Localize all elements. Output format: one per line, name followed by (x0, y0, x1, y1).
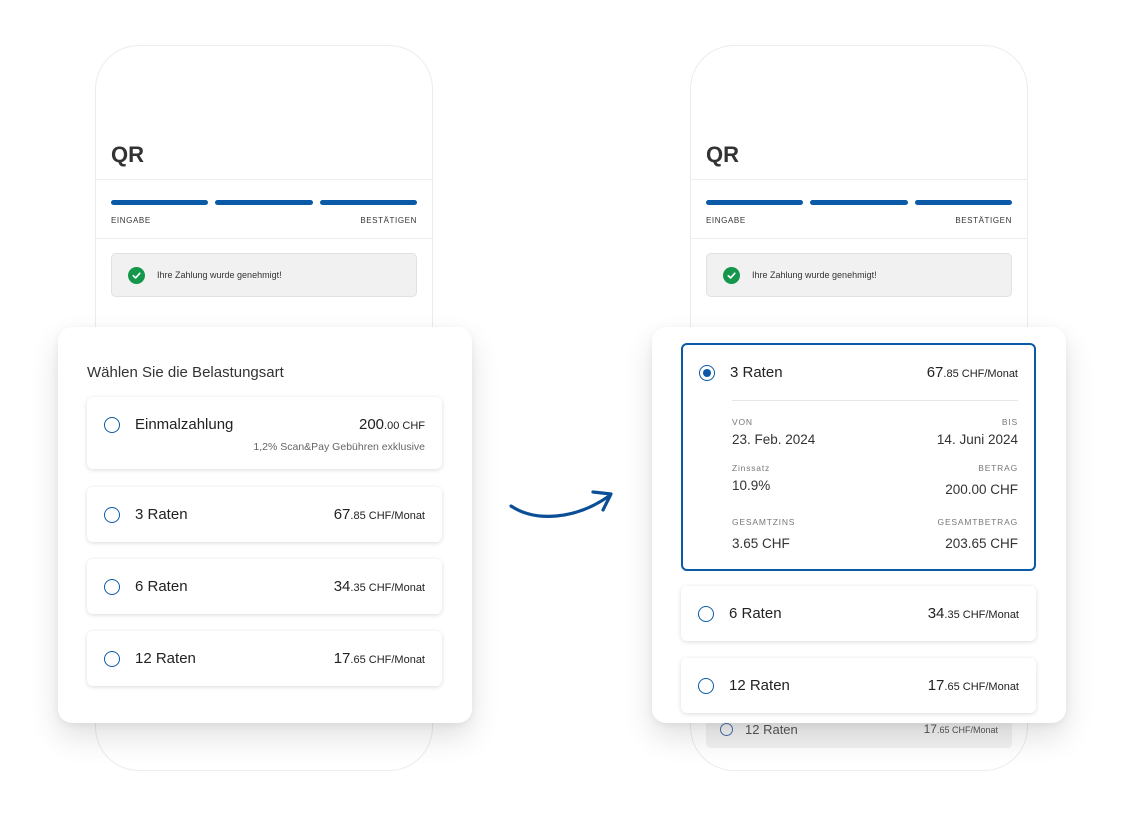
progress-segment (319, 200, 417, 205)
radio-button[interactable] (104, 578, 120, 595)
divider (691, 238, 1027, 239)
option-label: 6 Raten (729, 605, 782, 622)
payment-type-sheet-expanded: 3 Raten 67.85 CHF/Monat VON 23. Feb. 202… (652, 327, 1066, 723)
progress-steps (706, 200, 1012, 205)
divider (732, 400, 1018, 401)
divider (691, 179, 1027, 180)
option-amount: 67.85 CHF/Monat (333, 506, 425, 523)
installment-details: VON 23. Feb. 2024 BIS 14. Juni 2024 Zins… (732, 417, 1018, 551)
option-amount: 67.85 CHF/Monat (926, 364, 1018, 381)
option-12-raten[interactable]: 12 Raten 17.65 CHF/Monat (681, 658, 1036, 713)
alert-text: Ihre Zahlung wurde genehmigt! (157, 270, 282, 280)
radio-button[interactable] (104, 506, 120, 523)
progress-segment (706, 200, 804, 205)
page-title: QR (111, 142, 144, 167)
detail-label-zinssatz: Zinssatz (732, 463, 771, 473)
option-3-raten-selected[interactable]: 3 Raten 67.85 CHF/Monat VON 23. Feb. 202… (681, 343, 1036, 571)
radio-button[interactable] (698, 677, 714, 694)
option-amount: 34.35 CHF/Monat (333, 578, 425, 595)
detail-label-von: VON (732, 417, 753, 427)
progress-steps (111, 200, 417, 205)
detail-label-bis: BIS (1001, 417, 1018, 427)
option-label: 3 Raten (135, 506, 188, 523)
option-label: 12 Raten (729, 677, 790, 694)
progress-segment (111, 200, 209, 205)
check-icon (128, 266, 145, 284)
detail-value-gesamtbetrag: 203.65 CHF (945, 536, 1018, 551)
step-label-start: EINGABE (111, 216, 151, 225)
curved-arrow-icon (509, 490, 613, 518)
step-labels: EINGABE BESTÄTIGEN (111, 216, 417, 225)
option-amount: 200.00 CHF (359, 416, 425, 433)
radio-button[interactable] (104, 416, 120, 433)
option-amount: 17.65 CHF/Monat (333, 650, 425, 667)
success-alert: Ihre Zahlung wurde genehmigt! (706, 253, 1012, 297)
divider (96, 179, 432, 180)
option-einmalzahlung[interactable]: Einmalzahlung 200.00 CHF 1,2% Scan&Pay G… (87, 397, 442, 469)
detail-value-von: 23. Feb. 2024 (732, 432, 816, 447)
option-12-raten[interactable]: 12 Raten 17.65 CHF/Monat (87, 631, 442, 686)
radio-button-selected[interactable] (699, 364, 715, 381)
step-label-end: BESTÄTIGEN (360, 216, 417, 225)
radio-icon (720, 722, 733, 736)
detail-value-bis: 14. Juni 2024 (936, 432, 1018, 447)
fee-note: 1,2% Scan&Pay Gebühren exklusive (253, 441, 425, 453)
progress-segment (810, 200, 908, 205)
alert-text: Ihre Zahlung wurde genehmigt! (752, 270, 877, 280)
option-amount: 34.35 CHF/Monat (927, 605, 1019, 622)
option-3-raten[interactable]: 3 Raten 67.85 CHF/Monat (87, 487, 442, 542)
option-label: Einmalzahlung (135, 416, 234, 433)
detail-value-zinssatz: 10.9% (732, 478, 771, 493)
progress-segment (914, 200, 1012, 205)
radio-button[interactable] (104, 650, 120, 667)
option-amount: 17.65 CHF/Monat (927, 677, 1019, 694)
check-icon (723, 266, 740, 284)
step-label-start: EINGABE (706, 216, 746, 225)
step-label-end: BESTÄTIGEN (955, 216, 1012, 225)
radio-button[interactable] (698, 605, 714, 622)
option-6-raten[interactable]: 6 Raten 34.35 CHF/Monat (87, 559, 442, 614)
detail-label-betrag: BETRAG (978, 463, 1018, 473)
sheet-heading: Wählen Sie die Belastungsart (87, 364, 284, 381)
divider (96, 238, 432, 239)
detail-value-gesamtzins: 3.65 CHF (732, 536, 790, 551)
option-label: 6 Raten (135, 578, 188, 595)
option-amount: 17.65 CHF/Monat (923, 722, 998, 736)
option-6-raten[interactable]: 6 Raten 34.35 CHF/Monat (681, 586, 1036, 641)
detail-label-gesamtzins: GESAMTZINS (732, 517, 796, 527)
detail-value-betrag: 200.00 CHF (945, 482, 1018, 497)
option-label: 3 Raten (730, 364, 783, 381)
page-title: QR (706, 142, 739, 167)
detail-label-gesamtbetrag: GESAMTBETRAG (937, 517, 1018, 527)
step-labels: EINGABE BESTÄTIGEN (706, 216, 1012, 225)
payment-type-sheet: Wählen Sie die Belastungsart Einmalzahlu… (58, 327, 472, 723)
option-label: 12 Raten (745, 721, 798, 737)
progress-segment (215, 200, 313, 205)
option-label: 12 Raten (135, 650, 196, 667)
success-alert: Ihre Zahlung wurde genehmigt! (111, 253, 417, 297)
